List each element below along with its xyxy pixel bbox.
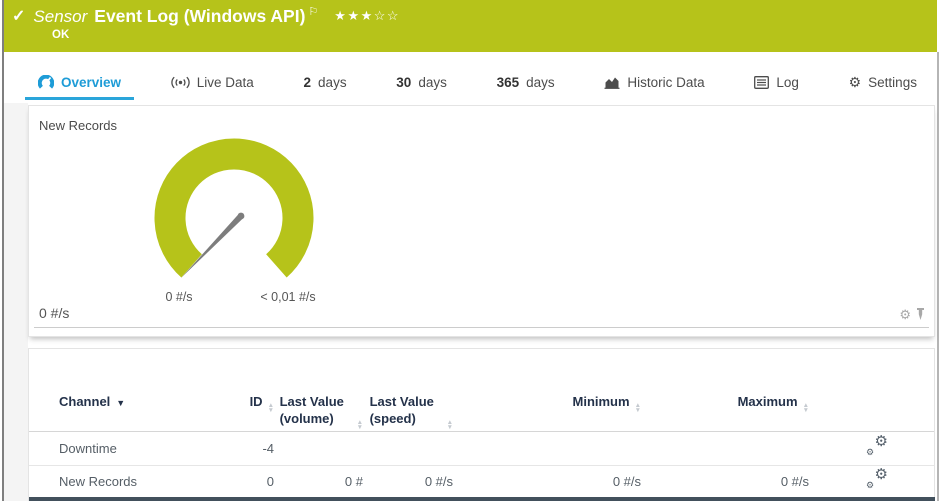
table-header-row: Channel ▼ ID ▲▼ Last Value (volume) ▲▼ Last… [29, 349, 934, 431]
object-kind-label: Sensor [33, 7, 87, 27]
tab-label: Historic Data [627, 75, 704, 90]
sort-icon: ▲▼ [803, 403, 809, 413]
cell-last-value-speed: 0 #/s [363, 465, 453, 497]
cell-last-value-speed [363, 431, 453, 465]
cell-id: 0 [199, 465, 274, 497]
column-header-maximum[interactable]: Maximum ▲▼ [641, 349, 809, 431]
channel-table-panel: Channel ▼ ID ▲▼ Last Value (volume) ▲▼ Last… [28, 348, 935, 501]
column-header-last-value-volume[interactable]: Last Value (volume) ▲▼ [274, 349, 363, 431]
pin-icon[interactable] [915, 307, 926, 321]
gear-icon: ⚙ [875, 434, 888, 449]
channel-settings-icon[interactable]: ⚙ ⚙ [866, 438, 888, 455]
gear-icon: ⚙ [875, 467, 888, 482]
priority-stars[interactable]: ★★★☆☆ [334, 8, 400, 24]
column-label: Last Value (volume) [280, 393, 352, 427]
sort-icon: ▲▼ [357, 420, 363, 430]
gauge-icon [38, 75, 54, 90]
channel-table: Channel ▼ ID ▲▼ Last Value (volume) ▲▼ Last… [29, 349, 934, 498]
gear-icon: ⚙ [866, 448, 874, 457]
channel-settings-icon[interactable]: ⚙ ⚙ [866, 471, 888, 488]
column-header-id[interactable]: ID ▲▼ [199, 349, 274, 431]
tab-settings[interactable]: ⚙ Settings [836, 61, 930, 103]
sort-icon: ▲▼ [268, 403, 274, 413]
gauge-panel: New Records 0 #/s < 0,01 #/s 0 #/s ⚙ [28, 105, 935, 337]
cell-maximum [641, 431, 809, 465]
status-check-icon: ✓ [12, 6, 25, 26]
tab-bar: Overview Live Data 2 days 30 days 365 da… [25, 61, 930, 103]
tab-2-days[interactable]: 2 days [291, 61, 360, 103]
sensor-title: Event Log (Windows API) [94, 6, 305, 27]
stars-empty[interactable]: ☆☆ [374, 8, 400, 23]
column-label: ID [250, 394, 263, 409]
tab-log[interactable]: Log [741, 61, 812, 103]
gauge-current-value: 0 #/s [39, 305, 69, 321]
column-header-channel[interactable]: Channel ▼ [29, 349, 199, 431]
sort-icon: ▲▼ [447, 420, 453, 430]
gauge-panel-title: New Records [39, 118, 117, 133]
tab-day-count: 2 [304, 75, 312, 90]
tab-label: days [526, 75, 555, 90]
left-gutter [4, 103, 28, 501]
status-badge: OK [52, 29, 69, 41]
gear-icon: ⚙ [849, 75, 862, 89]
column-label: Channel [59, 394, 110, 409]
gauge-settings-gear-icon[interactable]: ⚙ [899, 308, 911, 321]
cell-last-value-volume: 0 # [274, 465, 363, 497]
tab-label: Overview [61, 75, 121, 90]
gauge-arc [149, 136, 329, 286]
cell-channel[interactable]: New Records [29, 465, 199, 497]
cell-minimum: 0 #/s [453, 465, 641, 497]
cell-last-value-volume [274, 431, 363, 465]
tab-day-count: 365 [497, 75, 520, 90]
cell-actions: ⚙ ⚙ [809, 465, 934, 497]
cell-id: -4 [199, 431, 274, 465]
sort-icon: ▲▼ [635, 403, 641, 413]
tab-historic-data[interactable]: Historic Data [591, 61, 717, 103]
column-label: Maximum [738, 394, 798, 409]
gauge-footer-divider [34, 327, 929, 328]
stars-filled[interactable]: ★★★ [334, 8, 373, 23]
area-chart-icon [604, 76, 620, 89]
tab-label: days [318, 75, 347, 90]
tab-day-count: 30 [396, 75, 411, 90]
cell-maximum: 0 #/s [641, 465, 809, 497]
column-label: Minimum [573, 394, 630, 409]
tab-label: days [418, 75, 447, 90]
tab-label: Live Data [197, 75, 254, 90]
broadcast-icon [171, 76, 190, 89]
column-header-actions [809, 349, 934, 431]
gauge-scale-min: 0 #/s [165, 290, 192, 304]
tab-label: Log [776, 75, 799, 90]
sensor-status-banner: ✓ Sensor Event Log (Windows API) ⚐ ★★★☆☆… [4, 0, 937, 52]
cell-minimum [453, 431, 641, 465]
table-row[interactable]: New Records 0 0 # 0 #/s 0 #/s 0 #/s ⚙ ⚙ [29, 465, 934, 497]
log-list-icon [754, 76, 769, 89]
table-row[interactable]: Downtime -4 ⚙ ⚙ [29, 431, 934, 465]
column-label: Last Value (speed) [370, 393, 442, 427]
tab-365-days[interactable]: 365 days [484, 61, 568, 103]
cell-actions: ⚙ ⚙ [809, 431, 934, 465]
tab-live-data[interactable]: Live Data [158, 61, 267, 103]
gauge-scale-max: < 0,01 #/s [260, 290, 315, 304]
column-header-last-value-speed[interactable]: Last Value (speed) ▲▼ [363, 349, 453, 431]
window-right-border [937, 52, 939, 501]
gauge [149, 136, 329, 286]
tab-overview[interactable]: Overview [25, 61, 134, 103]
gear-icon: ⚙ [866, 481, 874, 490]
column-header-minimum[interactable]: Minimum ▲▼ [453, 349, 641, 431]
cell-channel[interactable]: Downtime [29, 431, 199, 465]
tab-30-days[interactable]: 30 days [383, 61, 460, 103]
flag-icon[interactable]: ⚐ [308, 5, 318, 18]
tab-label: Settings [868, 75, 917, 90]
bottom-cutoff-bar [29, 497, 935, 501]
sorted-desc-icon: ▼ [116, 398, 125, 408]
